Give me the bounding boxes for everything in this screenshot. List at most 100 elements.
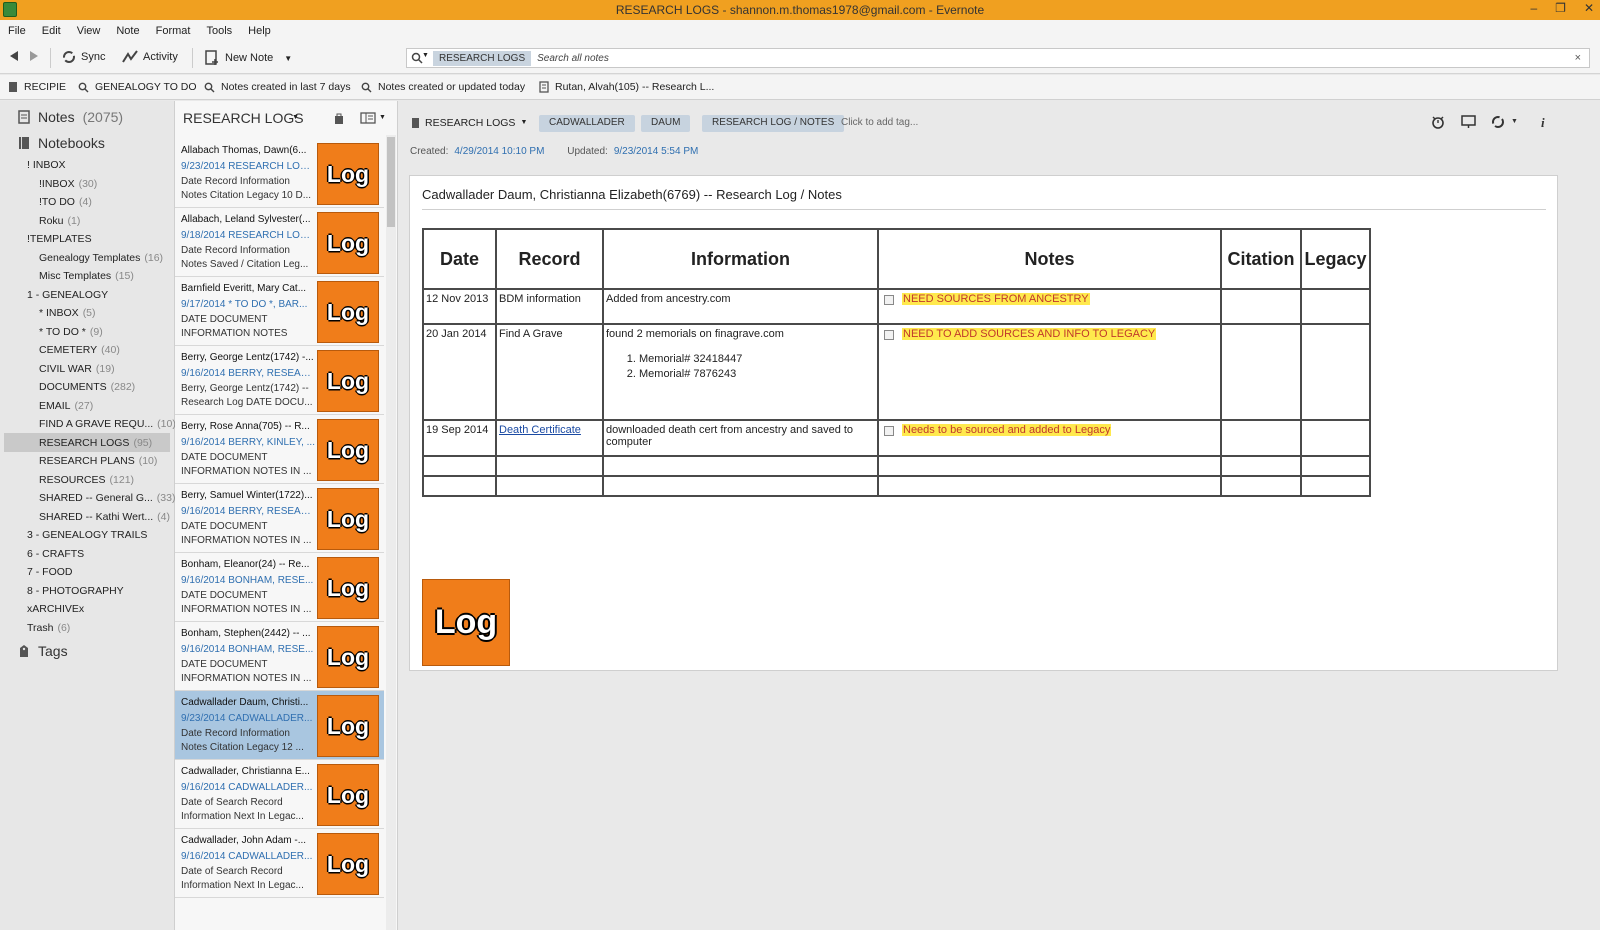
- research-log-table[interactable]: Date Record Information Notes Citation L…: [422, 228, 1371, 497]
- sidebar-item-photography[interactable]: 8 - PHOTOGRAPHY: [27, 585, 128, 597]
- sidebar-item-email[interactable]: EMAIL (27): [39, 400, 93, 412]
- sidebar-item-to-do[interactable]: !TO DO (4): [39, 196, 92, 208]
- scrollbar-thumb[interactable]: [387, 137, 395, 227]
- empty-cell[interactable]: [495, 475, 604, 497]
- sidebar-notes[interactable]: Notes (2075): [18, 109, 123, 125]
- maximize-button[interactable]: ❐: [1555, 1, 1566, 15]
- note-list-title[interactable]: RESEARCH LOGS: [183, 110, 304, 126]
- menu-tools[interactable]: Tools: [206, 25, 232, 37]
- shortcut-recipie[interactable]: RECIPIE: [8, 81, 66, 93]
- todo-checkbox[interactable]: [884, 295, 894, 305]
- search-bar[interactable]: ▼ RESEARCH LOGS Search all notes ×: [406, 48, 1590, 68]
- sidebar-item-food[interactable]: 7 - FOOD: [27, 566, 77, 578]
- cell-information[interactable]: Added from ancestry.com: [602, 288, 879, 325]
- note-card[interactable]: Barnfield Everitt, Mary Cat... 9/17/2014…: [175, 277, 384, 346]
- empty-cell[interactable]: [422, 475, 497, 497]
- created-date[interactable]: 4/29/2014 10:10 PM: [454, 146, 544, 157]
- cell-notes[interactable]: NEED SOURCES FROM ANCESTRY: [877, 288, 1222, 325]
- back-button[interactable]: [8, 50, 20, 62]
- empty-cell[interactable]: [877, 455, 1222, 477]
- note-body[interactable]: Cadwallader Daum, Christianna Elizabeth(…: [409, 175, 1558, 671]
- note-card[interactable]: Allabach, Leland Sylvester(... 9/18/2014…: [175, 208, 384, 277]
- note-card[interactable]: Bonham, Eleanor(24) -- Re... 9/16/2014 B…: [175, 553, 384, 622]
- cell-information[interactable]: found 2 memorials on finagrave.com Memor…: [602, 323, 879, 421]
- sidebar-notebooks[interactable]: Notebooks: [18, 135, 105, 151]
- cell-citation[interactable]: [1220, 419, 1302, 457]
- empty-cell[interactable]: [1220, 475, 1302, 497]
- cell-legacy[interactable]: [1300, 419, 1371, 457]
- note-card-selected[interactable]: Cadwallader Daum, Christi... 9/23/2014 C…: [175, 691, 384, 760]
- sidebar-item-documents[interactable]: DOCUMENTS (282): [39, 381, 135, 393]
- todo-checkbox[interactable]: [884, 426, 894, 436]
- sidebar-item-find-a-grave[interactable]: FIND A GRAVE REQU... (10): [39, 418, 176, 430]
- sidebar-item-shared-general[interactable]: SHARED -- General G... (33): [39, 492, 175, 504]
- menu-file[interactable]: File: [8, 25, 26, 37]
- cell-notes[interactable]: NEED TO ADD SOURCES AND INFO TO LEGACY: [877, 323, 1222, 421]
- cell-record[interactable]: Death Certificate: [495, 419, 604, 457]
- menu-format[interactable]: Format: [156, 25, 191, 37]
- add-tag-input[interactable]: Click to add tag...: [841, 117, 918, 128]
- sidebar-item-genealogy-stack[interactable]: 1 - GENEALOGY: [27, 289, 112, 301]
- empty-cell[interactable]: [1300, 455, 1371, 477]
- empty-cell[interactable]: [495, 455, 604, 477]
- minimize-button[interactable]: –: [1530, 1, 1537, 15]
- sidebar-item-trash[interactable]: Trash (6): [27, 622, 70, 634]
- shortcut-rutan-alvah[interactable]: Rutan, Alvah(105) -- Research L...: [539, 81, 714, 93]
- tag-cadwallader[interactable]: CADWALLADER: [539, 115, 635, 132]
- tag-daum[interactable]: DAUM: [641, 115, 691, 132]
- reminder-alarm-icon[interactable]: [1431, 115, 1445, 129]
- search-scope-chip[interactable]: RESEARCH LOGS: [433, 50, 532, 66]
- chevron-down-icon[interactable]: ▼: [379, 114, 386, 121]
- note-card[interactable]: Cadwallader, Christianna E... 9/16/2014 …: [175, 760, 384, 829]
- note-card[interactable]: Bonham, Stephen(2442) -- ... 9/16/2014 B…: [175, 622, 384, 691]
- empty-cell[interactable]: [1300, 475, 1371, 497]
- share-notebook-icon[interactable]: [334, 112, 344, 124]
- cell-date[interactable]: 19 Sep 2014: [422, 419, 497, 457]
- sidebar-item-genealogy-trails[interactable]: 3 - GENEALOGY TRAILS: [27, 529, 151, 541]
- note-title[interactable]: Cadwallader Daum, Christianna Elizabeth(…: [422, 187, 842, 202]
- note-card[interactable]: Cadwallader, John Adam -... 9/16/2014 CA…: [175, 829, 384, 898]
- shortcut-updated-today[interactable]: Notes created or updated today: [361, 81, 525, 93]
- sidebar-item-star-inbox[interactable]: * INBOX (5): [39, 307, 96, 319]
- note-card[interactable]: Berry, George Lentz(1742) -... 9/16/2014…: [175, 346, 384, 415]
- cell-information[interactable]: downloaded death cert from ancestry and …: [602, 419, 879, 457]
- shortcut-genealogy-to-do[interactable]: GENEALOGY TO DO: [78, 81, 197, 93]
- empty-cell[interactable]: [422, 455, 497, 477]
- cell-record[interactable]: Find A Grave: [495, 323, 604, 421]
- sidebar-item-inbox-stack[interactable]: ! INBOX: [27, 159, 70, 171]
- new-note-button[interactable]: New Note ▼: [204, 50, 292, 66]
- sidebar-item-inbox[interactable]: !INBOX (30): [39, 178, 97, 190]
- sidebar-item-templates-stack[interactable]: !TEMPLATES: [27, 233, 96, 245]
- note-card[interactable]: Berry, Rose Anna(705) -- R... 9/16/2014 …: [175, 415, 384, 484]
- todo-checkbox[interactable]: [884, 330, 894, 340]
- view-options-icon[interactable]: [360, 112, 376, 124]
- cell-citation[interactable]: [1220, 323, 1302, 421]
- note-list-scrollbar[interactable]: [386, 135, 396, 930]
- cell-legacy[interactable]: [1300, 288, 1371, 325]
- sidebar-tags[interactable]: Tags: [18, 643, 68, 659]
- menu-edit[interactable]: Edit: [42, 25, 61, 37]
- sync-button[interactable]: Sync: [62, 50, 105, 64]
- chevron-down-icon[interactable]: ▼: [284, 54, 292, 63]
- empty-cell[interactable]: [602, 455, 879, 477]
- log-image[interactable]: Log: [422, 579, 510, 666]
- sidebar-item-genealogy-templates[interactable]: Genealogy Templates (16): [39, 252, 163, 264]
- cell-notes[interactable]: Needs to be sourced and added to Legacy: [877, 419, 1222, 457]
- sidebar-item-archive[interactable]: xARCHIVEx: [27, 603, 88, 615]
- sidebar-item-research-plans[interactable]: RESEARCH PLANS (10): [39, 455, 157, 467]
- sidebar-item-roku[interactable]: Roku (1): [39, 215, 80, 227]
- sidebar-item-crafts[interactable]: 6 - CRAFTS: [27, 548, 88, 560]
- search-input[interactable]: Search all notes: [537, 53, 609, 64]
- note-card[interactable]: Allabach Thomas, Dawn(6... 9/23/2014 RES…: [175, 139, 384, 208]
- menu-view[interactable]: View: [77, 25, 101, 37]
- menu-note[interactable]: Note: [116, 25, 139, 37]
- death-certificate-link[interactable]: Death Certificate: [499, 424, 581, 436]
- sidebar-item-misc-templates[interactable]: Misc Templates (15): [39, 270, 134, 282]
- empty-cell[interactable]: [1220, 455, 1302, 477]
- share-sync-icon[interactable]: [1491, 115, 1506, 129]
- clear-search-button[interactable]: ×: [1575, 52, 1581, 64]
- empty-cell[interactable]: [877, 475, 1222, 497]
- sidebar-item-star-to-do[interactable]: * TO DO * (9): [39, 326, 103, 338]
- search-options-chevron-icon[interactable]: ▼: [422, 52, 429, 59]
- cell-date[interactable]: 12 Nov 2013: [422, 288, 497, 325]
